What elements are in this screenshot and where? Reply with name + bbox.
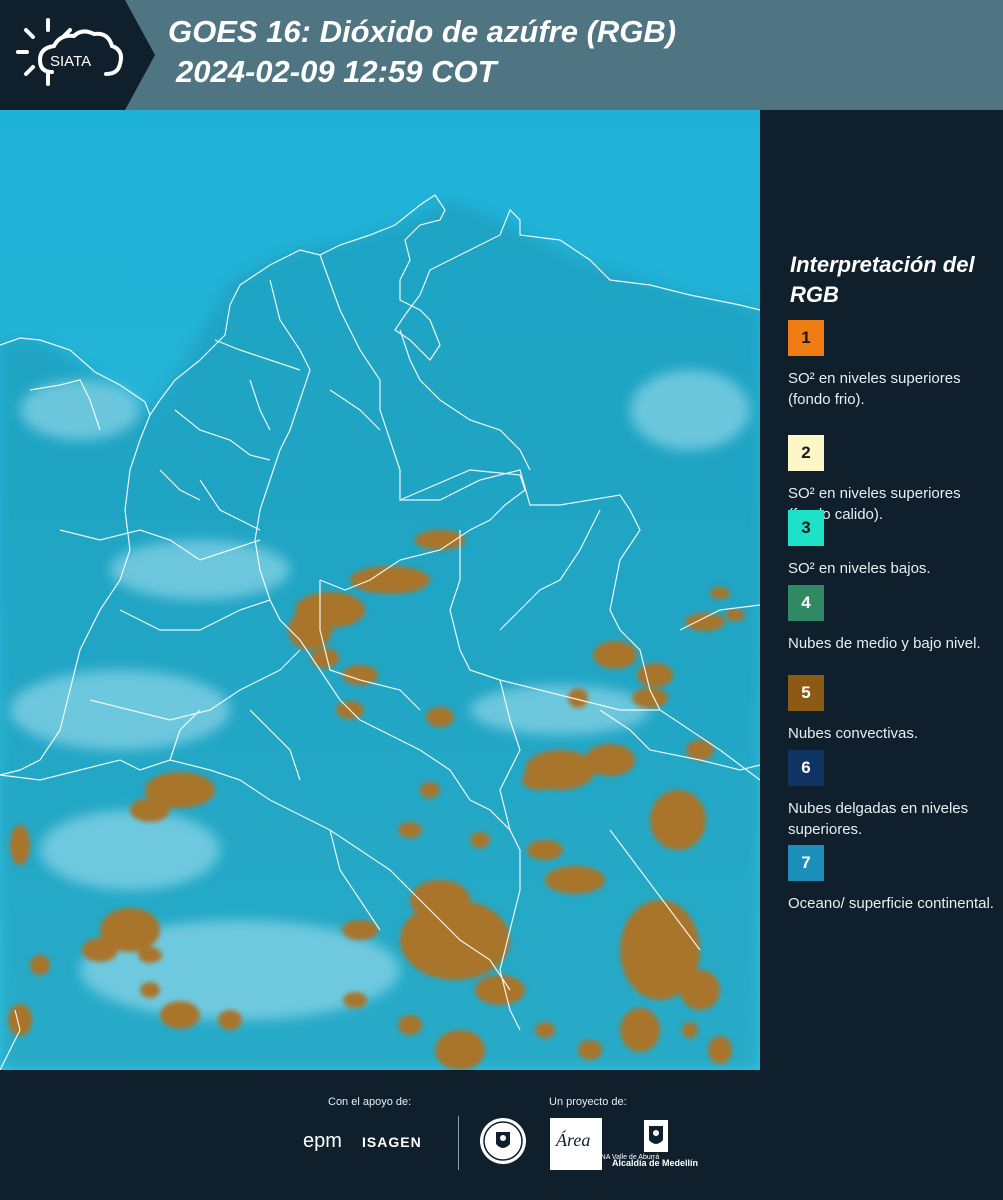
legend-text: Nubes de medio y bajo nivel. <box>788 635 981 652</box>
legend-swatch: 2 <box>788 435 824 471</box>
title-timestamp: 2024-02-09 12:59 COT <box>176 54 497 89</box>
medellin-seal-icon <box>480 1118 526 1164</box>
legend-swatch: 5 <box>788 675 824 711</box>
legend-text: Oceano/ superficie continental. <box>788 895 994 912</box>
legend-text: Nubes convectivas. <box>788 725 919 742</box>
project-label: Un proyecto de: <box>549 1096 627 1108</box>
satellite-map <box>0 110 760 1070</box>
epm-logo: epm <box>303 1130 342 1152</box>
siata-logo-icon: SIATA <box>16 18 123 86</box>
footer-divider <box>458 1116 459 1170</box>
isagen-logo: ISAGEN <box>362 1134 422 1150</box>
legend-item-7: 7 Oceano/ superficie continental. <box>788 845 998 914</box>
siata-logo-plate: SIATA <box>0 0 155 110</box>
legend-swatch: 4 <box>788 585 824 621</box>
legend-panel: Interpretación del RGB 1 SO² en niveles s… <box>760 110 1003 1070</box>
legend-item-3: 3 SO² en niveles bajos. <box>788 510 998 579</box>
legend-title: Interpretación del RGB <box>790 252 975 307</box>
support-label: Con el apoyo de: <box>328 1096 412 1108</box>
svg-text:Área: Área <box>555 1129 590 1150</box>
legend-item-1: 1 SO² en niveles superiores (fondo frio). <box>788 320 998 410</box>
alcaldia-label: Alcaldía de Medellín <box>612 1158 699 1168</box>
alcaldia-coat-of-arms-icon <box>644 1120 668 1152</box>
legend-swatch: 7 <box>788 845 824 881</box>
footer: Con el apoyo de: Un proyecto de: epm ISA… <box>0 1070 1003 1200</box>
legend-text: Nubes delgadas en niveles superiores. <box>788 800 969 838</box>
legend-swatch: 1 <box>788 320 824 356</box>
header-bar: SIATA GOES 16: Dióxido de azúfre (RGB) 2… <box>0 0 1003 110</box>
title-product: GOES 16: Dióxido de azúfre (RGB) <box>168 14 677 49</box>
legend-text: SO² en niveles superiores (fondo frio). <box>788 370 961 408</box>
legend-swatch: 6 <box>788 750 824 786</box>
legend-item-4: 4 Nubes de medio y bajo nivel. <box>788 585 998 654</box>
legend-item-6: 6 Nubes delgadas en niveles superiores. <box>788 750 998 840</box>
svg-text:SIATA: SIATA <box>50 53 91 70</box>
area-metropolitana-logo: Área <box>550 1118 602 1170</box>
legend-swatch: 3 <box>788 510 824 546</box>
legend-item-5: 5 Nubes convectivas. <box>788 675 998 744</box>
legend-text: SO² en niveles bajos. <box>788 560 931 577</box>
